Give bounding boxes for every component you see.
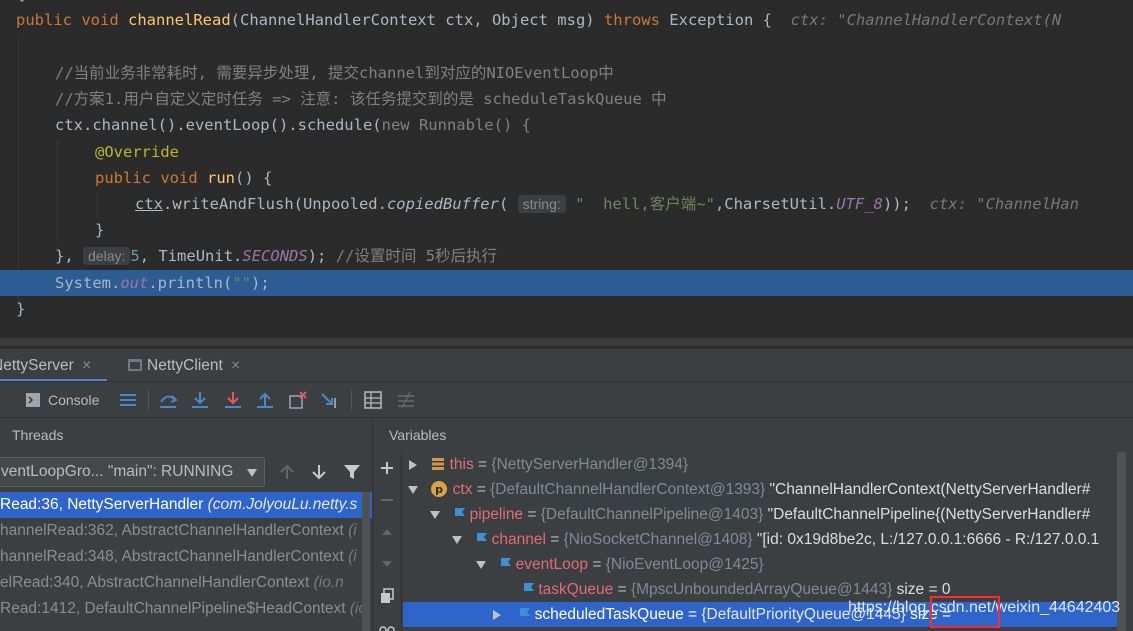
variable-row-channel[interactable]: channel = {NioSocketChannel@1408} "[id: … bbox=[403, 527, 1133, 552]
field-icon bbox=[524, 583, 534, 597]
step-over-icon[interactable] bbox=[158, 390, 178, 410]
chevron-down-icon[interactable] bbox=[408, 485, 418, 494]
code-line-override: @Override bbox=[95, 143, 179, 161]
console-tab[interactable]: Console bbox=[26, 382, 99, 418]
frames-scrollbar[interactable] bbox=[362, 492, 370, 631]
code-line-close-method: } bbox=[16, 300, 26, 318]
frames-panel: Threads ventLoopGro... "main": RUNNING R… bbox=[0, 418, 373, 631]
scrollbar-thumb[interactable] bbox=[0, 338, 1133, 346]
arrow-up-icon[interactable] bbox=[379, 524, 395, 540]
chevron-down-icon[interactable] bbox=[476, 560, 486, 569]
run-to-cursor-icon[interactable] bbox=[320, 390, 340, 410]
stack-frame[interactable]: elRead:340, AbstractChannelHandlerContex… bbox=[0, 570, 372, 596]
variables-side-toolbar bbox=[373, 452, 402, 631]
debug-tab-bar: NettyServer × NettyClient × bbox=[0, 348, 1133, 382]
parameter-icon: p bbox=[431, 481, 448, 497]
stack-frame[interactable]: hannelRead:362, AbstractChannelHandlerCo… bbox=[0, 518, 372, 544]
tab-label: NettyServer bbox=[0, 357, 74, 374]
list-icon bbox=[432, 458, 445, 470]
tab-nettyserver[interactable]: NettyServer × bbox=[0, 349, 107, 382]
chevron-down-icon[interactable] bbox=[430, 510, 440, 519]
variable-row-eventloop[interactable]: eventLoop = {NioEventLoop@1425} bbox=[403, 552, 1133, 577]
code-line-comment2: //方案1.用户自定义定时任务 => 注意: 该任务提交到的是 schedule… bbox=[55, 90, 667, 108]
code-line-run: public void run() { bbox=[95, 169, 273, 187]
run-config-icon bbox=[128, 359, 142, 371]
tab-nettyclient[interactable]: NettyClient × bbox=[127, 349, 240, 382]
chevron-down-icon[interactable] bbox=[452, 535, 462, 544]
console-icon bbox=[26, 393, 40, 407]
code-line-prev: { bbox=[0, 0, 1133, 7]
code-line-current-execution: System.out.println(""); bbox=[0, 270, 1133, 296]
code-line-signature: public void channelRead(ChannelHandlerCo… bbox=[16, 11, 1062, 29]
thread-selector[interactable]: ventLoopGro... "main": RUNNING bbox=[0, 457, 265, 487]
chevron-down-icon bbox=[247, 469, 257, 477]
field-icon bbox=[520, 608, 531, 622]
variable-row-pipeline[interactable]: pipeline = {DefaultChannelPipeline@1403}… bbox=[403, 502, 1133, 527]
add-watch-icon[interactable] bbox=[379, 460, 395, 476]
field-icon bbox=[455, 508, 466, 522]
debugger-toolbar: Console bbox=[0, 381, 1133, 418]
variable-row-ctx[interactable]: p ctx = {DefaultChannelHandlerContext@13… bbox=[403, 477, 1133, 502]
param-hint: string: bbox=[517, 195, 566, 213]
step-into-icon[interactable] bbox=[190, 390, 210, 410]
toolbar-edge bbox=[0, 382, 12, 418]
variable-row-this[interactable]: this = {NettyServerHandler@1394} bbox=[403, 452, 1133, 477]
trace-stream-icon[interactable] bbox=[396, 390, 416, 410]
arrow-up-icon[interactable] bbox=[277, 462, 297, 482]
stack-frame[interactable]: Read:1412, DefaultChannelPipeline$HeadCo… bbox=[0, 596, 372, 622]
stack-frame[interactable]: hannelRead:348, AbstractChannelHandlerCo… bbox=[0, 544, 372, 570]
svg-text:p: p bbox=[435, 483, 443, 496]
editor-horizontal-scrollbar[interactable] bbox=[0, 336, 1133, 348]
code-line-writeandflush: ctx.writeAndFlush(Unpooled.copiedBuffer(… bbox=[135, 195, 1079, 213]
chevron-right-icon[interactable] bbox=[409, 459, 417, 470]
threads-header: Threads bbox=[12, 427, 64, 443]
variables-header: Variables bbox=[389, 427, 447, 443]
remove-watch-icon[interactable] bbox=[379, 492, 395, 508]
close-icon[interactable]: × bbox=[82, 357, 91, 374]
code-line-close-inner: } bbox=[95, 221, 105, 239]
annotation-red-box bbox=[930, 596, 1000, 628]
evaluate-expression-icon[interactable] bbox=[363, 390, 383, 410]
close-icon[interactable]: × bbox=[231, 357, 240, 374]
force-step-into-icon[interactable] bbox=[223, 390, 243, 410]
chevron-right-icon[interactable] bbox=[493, 609, 501, 620]
drop-frame-icon[interactable] bbox=[288, 390, 308, 410]
arrow-down-icon[interactable] bbox=[309, 462, 329, 482]
stack-frame-selected[interactable]: Read:36, NettyServerHandler (com.JolyouL… bbox=[0, 492, 372, 518]
toolbar-separator bbox=[148, 390, 149, 410]
code-line-schedule: ctx.channel().eventLoop().schedule(new R… bbox=[55, 116, 531, 134]
menu-icon[interactable] bbox=[118, 390, 138, 410]
inline-hint: ctx: "ChannelHandlerContext(N bbox=[790, 11, 1062, 29]
field-icon bbox=[477, 533, 488, 547]
code-line-comment1: //当前业务非常耗时, 需要异步处理, 提交channel到对应的NIOEven… bbox=[55, 64, 614, 82]
filter-icon[interactable] bbox=[342, 462, 362, 482]
param-hint: delay: bbox=[83, 247, 131, 265]
arrow-down-icon[interactable] bbox=[379, 556, 395, 572]
field-icon bbox=[501, 558, 512, 572]
inline-hint: ctx: "ChannelHan bbox=[929, 195, 1079, 213]
code-line-schedule-end: }, delay: 5, TimeUnit.SECONDS); //设置时间 5秒… bbox=[55, 247, 498, 265]
code-editor[interactable]: { public void channelRead(ChannelHandler… bbox=[0, 0, 1133, 336]
toolbar-separator bbox=[351, 390, 352, 410]
step-out-icon[interactable] bbox=[255, 390, 275, 410]
copy-icon[interactable] bbox=[379, 588, 395, 604]
tab-label: NettyClient bbox=[147, 357, 223, 374]
